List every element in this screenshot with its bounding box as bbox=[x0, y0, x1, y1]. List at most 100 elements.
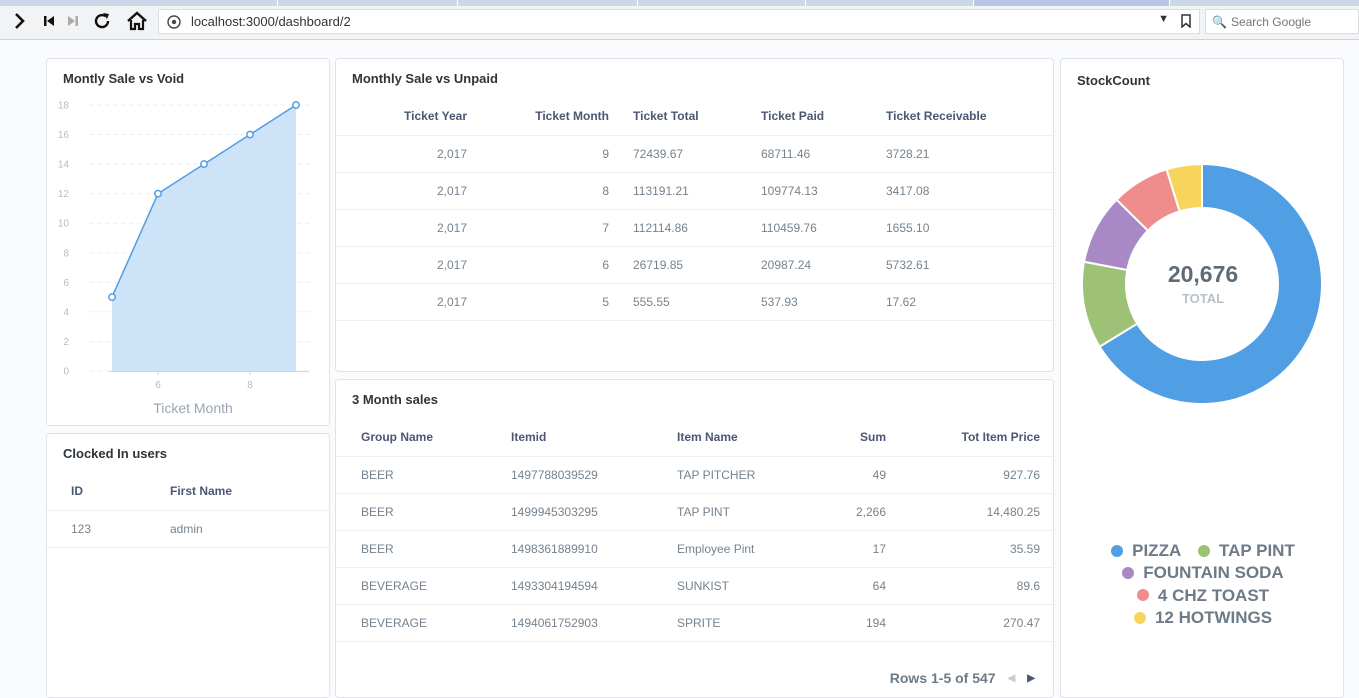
data-point[interactable] bbox=[154, 189, 162, 198]
cell-receivable: 3417.08 bbox=[863, 171, 1053, 209]
legend-dot bbox=[1122, 567, 1135, 579]
cell-month: 8 bbox=[467, 171, 609, 209]
cell-price: 270.47 bbox=[886, 603, 1053, 642]
y-tick-label: 8 bbox=[63, 248, 69, 259]
tab[interactable] bbox=[458, 0, 638, 6]
tab[interactable] bbox=[0, 0, 278, 6]
dropdown-arrow-icon[interactable]: ▼ bbox=[1158, 13, 1169, 25]
y-tick-label: 6 bbox=[63, 278, 69, 289]
cell-month: 5 bbox=[467, 282, 609, 321]
area-chart: 0 2 4 6 8 10 12 14 16 18 6 8 Ticket Month bbox=[58, 101, 309, 416]
table-row: BEVERAGE 1493304194594 SUNKIST 64 89.6 bbox=[336, 566, 1053, 604]
y-tick-label: 2 bbox=[63, 337, 69, 348]
cell-item-name: SUNKIST bbox=[652, 566, 807, 604]
table-row: BEER 1498361889910 Employee Pint 17 35.5… bbox=[336, 529, 1053, 567]
tab[interactable] bbox=[638, 0, 806, 6]
skip-back-icon[interactable] bbox=[40, 10, 58, 32]
y-tick-label: 18 bbox=[58, 101, 70, 112]
y-tick-label: 0 bbox=[63, 367, 69, 378]
column-header[interactable]: ID bbox=[47, 473, 147, 510]
column-header[interactable]: Ticket Receivable bbox=[863, 98, 1053, 135]
table-row: 2,017 8 113191.21 109774.13 3417.08 bbox=[336, 171, 1053, 209]
y-tick-label: 10 bbox=[58, 219, 70, 230]
prev-page-icon[interactable]: ◀ bbox=[1008, 673, 1016, 684]
card-title[interactable]: Monthly Sale vs Unpaid bbox=[352, 71, 498, 86]
chevron-right-icon[interactable] bbox=[10, 10, 30, 32]
cell-paid: 109774.13 bbox=[737, 171, 863, 209]
legend-label: PIZZA bbox=[1132, 541, 1182, 560]
column-header[interactable]: Tot Item Price bbox=[886, 419, 1053, 456]
cell-sum: 194 bbox=[807, 603, 886, 642]
next-page-icon[interactable]: ▶ bbox=[1027, 673, 1035, 684]
column-header[interactable]: Ticket Month bbox=[467, 98, 609, 135]
cell-year: 2,017 bbox=[336, 208, 467, 246]
column-header[interactable]: First Name bbox=[147, 473, 329, 510]
column-header[interactable]: Itemid bbox=[486, 419, 652, 456]
column-header[interactable]: Ticket Paid bbox=[737, 98, 863, 135]
legend-item[interactable]: 4 CHZ TOAST bbox=[1136, 585, 1269, 607]
search-box[interactable]: 🔍 bbox=[1205, 9, 1359, 34]
data-point[interactable] bbox=[246, 130, 254, 139]
table-header-row: Ticket Year Ticket Month Ticket Total Ti… bbox=[336, 98, 1053, 135]
legend-label: FOUNTAIN SODA bbox=[1143, 563, 1284, 583]
cell-item-name: TAP PINT bbox=[652, 492, 807, 530]
card-title[interactable]: Clocked In users bbox=[63, 446, 167, 461]
card-title[interactable]: 3 Month sales bbox=[352, 392, 438, 407]
home-icon[interactable] bbox=[124, 10, 150, 32]
cell-total: 26719.85 bbox=[609, 245, 737, 283]
tab[interactable] bbox=[278, 0, 458, 6]
data-point[interactable] bbox=[200, 160, 208, 169]
cell-sum: 49 bbox=[807, 455, 886, 493]
legend-dot bbox=[1111, 544, 1124, 557]
data-point[interactable] bbox=[292, 101, 300, 109]
column-header[interactable]: Ticket Total bbox=[609, 98, 737, 135]
cell-itemid: 1499945303295 bbox=[486, 492, 652, 530]
legend-item[interactable]: FOUNTAIN SODA bbox=[1122, 562, 1284, 584]
table-row: 2,017 9 72439.67 68711.46 3728.21 bbox=[336, 134, 1053, 172]
cell-itemid: 1494061752903 bbox=[486, 603, 652, 642]
x-tick-label: 6 bbox=[155, 380, 161, 391]
legend-dot bbox=[1136, 589, 1149, 602]
skip-forward-icon[interactable] bbox=[64, 10, 82, 32]
table-row: 2,017 7 112114.86 110459.76 1655.10 bbox=[336, 208, 1053, 246]
tab[interactable] bbox=[806, 0, 974, 6]
tab-active[interactable] bbox=[974, 0, 1170, 6]
cell-item-name: SPRITE bbox=[652, 603, 807, 642]
legend-item[interactable]: PIZZA bbox=[1111, 540, 1181, 562]
column-header[interactable]: Ticket Year bbox=[336, 98, 467, 135]
card-sale-vs-void: Montly Sale vs Void 0 2 4 6 8 10 12 14 16 18 6 8 Tic… bbox=[46, 58, 330, 426]
x-tick-label: 8 bbox=[247, 380, 253, 391]
search-input[interactable] bbox=[1230, 14, 1341, 29]
card-sale-vs-unpaid: Monthly Sale vs Unpaid Ticket Year Ticke… bbox=[335, 58, 1054, 372]
data-point[interactable] bbox=[108, 293, 116, 302]
table-header-row: Group Name Itemid Item Name Sum Tot Item… bbox=[336, 419, 1053, 456]
cell-itemid: 1493304194594 bbox=[486, 566, 652, 604]
donut-total-label: TOTAL bbox=[1181, 291, 1225, 306]
reload-icon[interactable] bbox=[90, 10, 114, 32]
table-row: 123 admin bbox=[47, 509, 329, 548]
card-clocked-in-users: Clocked In users ID First Name 123 admin bbox=[46, 433, 330, 698]
legend-item[interactable]: TAP PINT bbox=[1197, 540, 1295, 562]
column-header[interactable]: Group Name bbox=[336, 419, 486, 456]
cell-receivable: 3728.21 bbox=[863, 134, 1053, 172]
url-input[interactable] bbox=[191, 14, 1199, 29]
column-header[interactable]: Item Name bbox=[652, 419, 807, 456]
cell-price: 927.76 bbox=[886, 455, 1053, 493]
cell-price: 35.59 bbox=[886, 529, 1053, 567]
cell-sum: 64 bbox=[807, 566, 886, 604]
browser-toolbar: ▼ 🔍 bbox=[0, 0, 1359, 40]
card-three-month-sales: 3 Month sales Group Name Itemid Item Nam… bbox=[335, 379, 1054, 698]
legend-item[interactable]: 12 HOTWINGS bbox=[1133, 607, 1273, 629]
bookmark-icon[interactable] bbox=[1181, 14, 1191, 28]
cell-sum: 17 bbox=[807, 529, 886, 567]
cell-item-name: Employee Pint bbox=[652, 529, 807, 567]
table-header-row: ID First Name bbox=[47, 473, 329, 510]
x-axis-label: Ticket Month bbox=[153, 400, 233, 416]
column-header[interactable]: Sum bbox=[807, 419, 886, 456]
cell-sum: 2,266 bbox=[807, 492, 886, 530]
legend-label: 12 HOTWINGS bbox=[1154, 607, 1273, 627]
clocked-in-table: ID First Name 123 admin bbox=[47, 473, 329, 548]
address-bar[interactable]: ▼ bbox=[158, 9, 1200, 34]
table-row: 2,017 5 555.55 537.93 17.62 bbox=[336, 282, 1053, 321]
cell-month: 6 bbox=[467, 245, 609, 283]
